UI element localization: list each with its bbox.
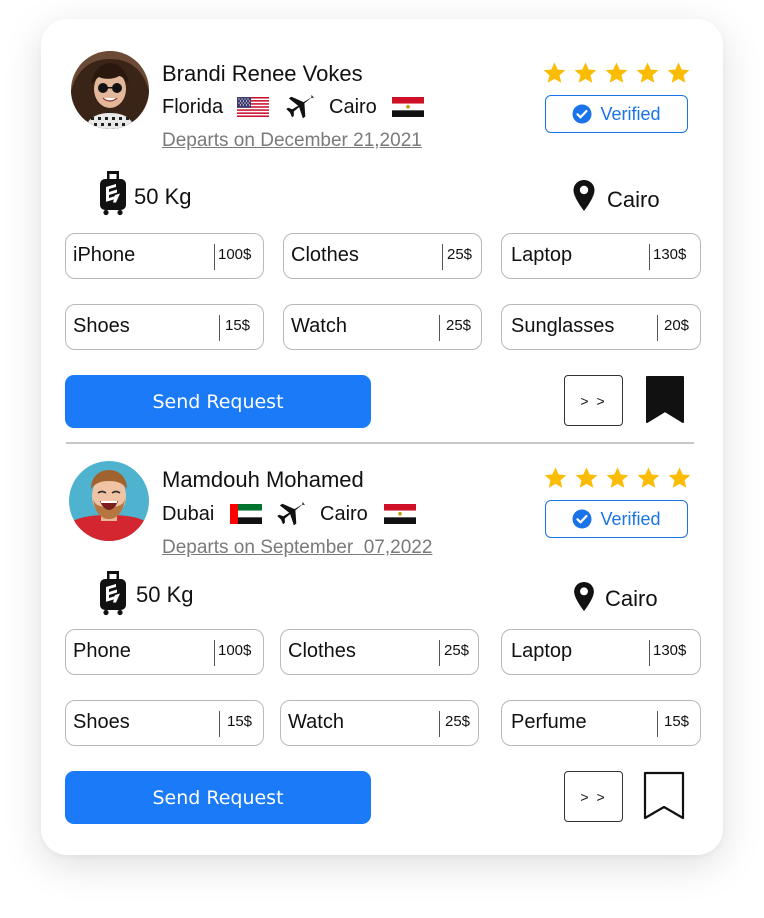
star-icon [543, 466, 568, 490]
item-price: 25$ [446, 317, 472, 334]
airplane-icon [283, 92, 315, 124]
egypt-flag-icon [392, 97, 424, 117]
star-icon [635, 61, 660, 85]
item-divider [657, 315, 658, 341]
more-details-button[interactable]: > > [564, 771, 623, 822]
item-divider [439, 640, 440, 666]
luggage-icon [98, 570, 128, 616]
weight-capacity: 50 Kg [136, 582, 194, 607]
traveler-name[interactable]: Mamdouh Mohamed [162, 467, 364, 493]
item-chip[interactable]: Phone 100$ [65, 629, 264, 675]
item-price: 25$ [445, 713, 471, 730]
departure-date-link[interactable]: Departs on September 07,2022 [162, 537, 432, 559]
verified-label: Verified [600, 103, 661, 124]
bookmark-outline-icon[interactable] [643, 771, 685, 821]
star-icon [667, 466, 692, 490]
rating-stars [542, 61, 691, 85]
item-name: Shoes [73, 711, 130, 733]
item-price: 130$ [653, 642, 687, 659]
item-price: 130$ [653, 246, 687, 263]
check-circle-icon [572, 509, 592, 529]
item-chip[interactable]: Clothes 25$ [283, 233, 482, 279]
item-name: Laptop [511, 640, 573, 662]
item-name: iPhone [73, 244, 136, 266]
uae-flag-icon [230, 504, 262, 524]
star-icon [573, 61, 598, 85]
item-divider [649, 244, 650, 270]
more-details-button[interactable]: > > [564, 375, 623, 426]
item-divider [214, 640, 215, 666]
item-price: 100$ [218, 246, 252, 263]
send-request-button[interactable]: Send Request [65, 375, 371, 428]
item-chip[interactable]: Sunglasses 20$ [501, 304, 701, 350]
item-chip[interactable]: Perfume 15$ [501, 700, 701, 746]
item-price: 15$ [664, 713, 690, 730]
item-divider [439, 711, 440, 737]
item-chip[interactable]: Clothes 25$ [280, 629, 479, 675]
verified-badge: Verified [545, 500, 688, 538]
egypt-flag-icon [384, 504, 416, 524]
verified-label: Verified [600, 508, 661, 529]
luggage-icon [98, 170, 128, 216]
origin-city: Florida [162, 96, 224, 118]
origin-city: Dubai [162, 503, 215, 525]
item-name: Watch [288, 711, 344, 733]
item-divider [219, 315, 220, 341]
trip-list-card: Brandi Renee Vokes Florida Cairo Departs… [41, 19, 723, 855]
star-icon [604, 61, 629, 85]
star-icon [605, 466, 630, 490]
star-icon [636, 466, 661, 490]
item-divider [214, 244, 215, 270]
item-name: Phone [73, 640, 131, 662]
item-name: Clothes [288, 640, 356, 662]
rating-stars [543, 466, 692, 490]
check-circle-icon [572, 104, 592, 124]
airplane-icon [274, 499, 306, 531]
item-chip[interactable]: Laptop 130$ [501, 629, 701, 675]
destination-city: Cairo [329, 96, 377, 118]
location-pin-icon [572, 179, 596, 213]
trip-divider [66, 442, 694, 444]
item-divider [219, 711, 220, 737]
item-price: 25$ [444, 642, 470, 659]
item-price: 15$ [225, 317, 251, 334]
item-price: 100$ [218, 642, 252, 659]
item-name: Sunglasses [511, 315, 615, 337]
star-icon [574, 466, 599, 490]
weight-capacity: 50 Kg [134, 184, 192, 209]
star-icon [666, 61, 691, 85]
traveler-name[interactable]: Brandi Renee Vokes [162, 61, 363, 87]
item-name: Shoes [73, 315, 130, 337]
item-chip[interactable]: Shoes 15$ [65, 700, 264, 746]
item-divider [657, 711, 658, 737]
item-divider [439, 315, 440, 341]
star-icon [542, 61, 567, 85]
current-location: Cairo [605, 586, 658, 611]
verified-badge: Verified [545, 95, 688, 133]
item-chip[interactable]: Watch 25$ [280, 700, 479, 746]
item-chip[interactable]: Shoes 15$ [65, 304, 264, 350]
location-pin-icon [572, 581, 596, 613]
item-name: Laptop [511, 244, 573, 266]
item-name: Watch [291, 315, 347, 337]
bookmark-icon[interactable] [645, 375, 685, 425]
send-request-button[interactable]: Send Request [65, 771, 371, 824]
item-name: Perfume [511, 711, 587, 733]
item-chip[interactable]: Laptop 130$ [501, 233, 701, 279]
departure-date-link[interactable]: Departs on December 21,2021 [162, 130, 422, 152]
destination-city: Cairo [320, 503, 368, 525]
item-price: 20$ [664, 317, 690, 334]
item-divider [649, 640, 650, 666]
item-chip[interactable]: iPhone 100$ [65, 233, 264, 279]
traveler-avatar[interactable] [69, 461, 149, 541]
item-name: Clothes [291, 244, 359, 266]
usa-flag-icon [237, 97, 269, 117]
item-divider [442, 244, 443, 270]
item-chip[interactable]: Watch 25$ [283, 304, 482, 350]
traveler-avatar[interactable] [71, 51, 149, 129]
current-location: Cairo [607, 187, 660, 212]
item-price: 25$ [447, 246, 473, 263]
item-price: 15$ [227, 713, 253, 730]
